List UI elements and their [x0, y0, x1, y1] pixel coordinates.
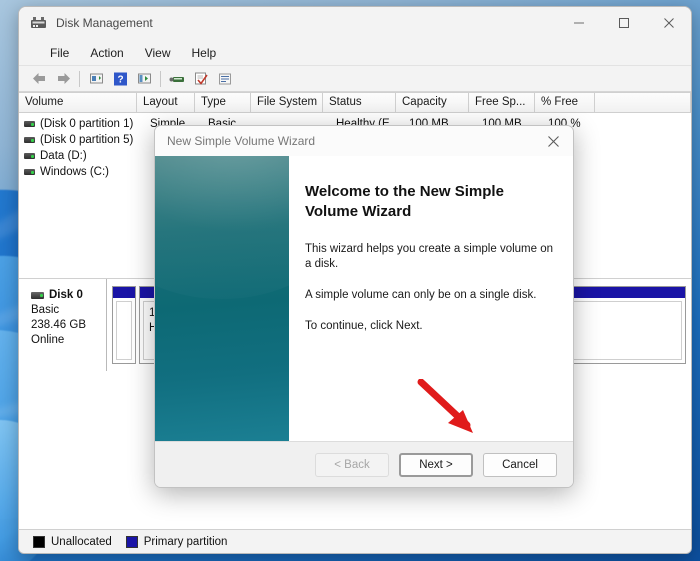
back-button[interactable]: < Back — [315, 452, 389, 477]
legend-swatch-unallocated — [33, 535, 45, 548]
menubar: File Action View Help — [19, 40, 691, 66]
toolbar: ? — [19, 66, 691, 92]
column-header-volume[interactable]: Volume — [19, 93, 137, 112]
list-icon — [219, 73, 231, 84]
wizard-title: New Simple Volume Wizard — [167, 134, 316, 148]
disk-icon — [31, 291, 44, 299]
disk-kind: Basic — [31, 304, 60, 316]
properties-button[interactable] — [132, 68, 156, 90]
partition-block[interactable] — [112, 286, 136, 364]
disk-title: Disk 0 — [31, 289, 106, 301]
cell-volume: Windows (C:) — [40, 166, 110, 178]
close-icon — [547, 135, 559, 147]
partition-header-bar — [113, 287, 135, 298]
close-button[interactable] — [646, 7, 691, 40]
menu-item-help[interactable]: Help — [183, 44, 226, 62]
svg-text:?: ? — [117, 74, 123, 85]
volume-icon — [24, 137, 35, 143]
column-header-free-space[interactable]: Free Sp... — [469, 93, 535, 112]
wizard-content: Welcome to the New Simple Volume Wizard … — [289, 156, 573, 441]
menu-item-file[interactable]: File — [41, 44, 78, 62]
menu-item-action[interactable]: Action — [81, 44, 132, 62]
minimize-icon — [573, 22, 584, 24]
column-header-status[interactable]: Status — [323, 93, 396, 112]
volume-icon — [24, 153, 35, 159]
wizard-banner-image — [155, 156, 289, 441]
volume-icon — [24, 169, 35, 175]
help-button[interactable]: ? — [108, 68, 132, 90]
wizard-paragraph-3: To continue, click Next. — [305, 320, 423, 332]
volume-list-header: Volume Layout Type File System Status Ca… — [19, 93, 691, 113]
wizard-paragraph-1: This wizard helps you create a simple vo… — [305, 243, 554, 270]
column-header-filler — [595, 93, 691, 112]
cancel-button[interactable]: Cancel — [483, 452, 557, 477]
disk-state: Online — [31, 334, 65, 346]
partition-body — [116, 301, 132, 360]
banner-arc-shape — [155, 156, 289, 299]
close-icon — [663, 18, 674, 28]
column-header-layout[interactable]: Layout — [137, 93, 195, 112]
disk-size: 238.46 GB — [31, 319, 86, 331]
disk-info-panel[interactable]: Disk 0 Basic 238.46 GB Online — [19, 279, 107, 371]
column-header-capacity[interactable]: Capacity — [396, 93, 469, 112]
toolbar-separator — [160, 70, 161, 87]
disk-name: Disk 0 — [49, 289, 83, 301]
cell-volume: (Disk 0 partition 5) — [40, 134, 134, 146]
check-icon — [195, 72, 208, 85]
window-titlebar[interactable]: Disk Management — [19, 7, 691, 40]
legend-label-primary-partition: Primary partition — [143, 535, 228, 548]
check-button[interactable] — [189, 68, 213, 90]
legend: Unallocated Primary partition — [19, 529, 691, 553]
properties-icon — [137, 73, 151, 84]
minimize-button[interactable] — [556, 7, 601, 40]
disk-management-icon — [31, 16, 46, 28]
forward-button[interactable] — [51, 68, 75, 90]
window-title: Disk Management — [56, 16, 153, 30]
new-simple-volume-wizard-dialog: New Simple Volume Wizard Welcome to the … — [154, 125, 574, 488]
next-button[interactable]: Next > — [399, 452, 473, 477]
forward-arrow-icon — [57, 73, 70, 84]
wizard-paragraph-2: A simple volume can only be on a single … — [305, 289, 537, 301]
toolbar-separator — [79, 70, 80, 87]
maximize-button[interactable] — [601, 7, 646, 40]
rescan-disks-button[interactable] — [165, 68, 189, 90]
help-icon: ? — [113, 72, 127, 85]
back-button[interactable] — [27, 68, 51, 90]
disk-management-window: Disk Management File Action View Help ? … — [18, 6, 692, 554]
column-header-type[interactable]: Type — [195, 93, 251, 112]
column-header-percent-free[interactable]: % Free — [535, 93, 595, 112]
list-button[interactable] — [213, 68, 237, 90]
legend-label-unallocated: Unallocated — [51, 535, 112, 548]
up-folder-button[interactable] — [84, 68, 108, 90]
wizard-body: Welcome to the New Simple Volume Wizard … — [155, 156, 573, 441]
cell-volume: (Disk 0 partition 1) — [40, 118, 134, 130]
legend-swatch-primary-partition — [125, 535, 138, 548]
wizard-footer: < Back Next > Cancel — [155, 441, 573, 487]
cell-volume: Data (D:) — [40, 150, 87, 162]
wizard-heading: Welcome to the New Simple Volume Wizard — [305, 183, 504, 220]
back-arrow-icon — [32, 73, 45, 84]
wizard-close-button[interactable] — [533, 126, 573, 156]
volume-icon — [24, 121, 35, 127]
legend-item-primary-partition: Primary partition — [125, 535, 228, 548]
menu-item-view[interactable]: View — [136, 44, 180, 62]
column-header-file-system[interactable]: File System — [251, 93, 323, 112]
legend-item-unallocated: Unallocated — [33, 535, 112, 548]
wizard-titlebar[interactable]: New Simple Volume Wizard — [155, 126, 573, 156]
maximize-icon — [618, 18, 629, 28]
rescan-disks-icon — [169, 76, 184, 82]
up-folder-icon — [89, 73, 103, 84]
